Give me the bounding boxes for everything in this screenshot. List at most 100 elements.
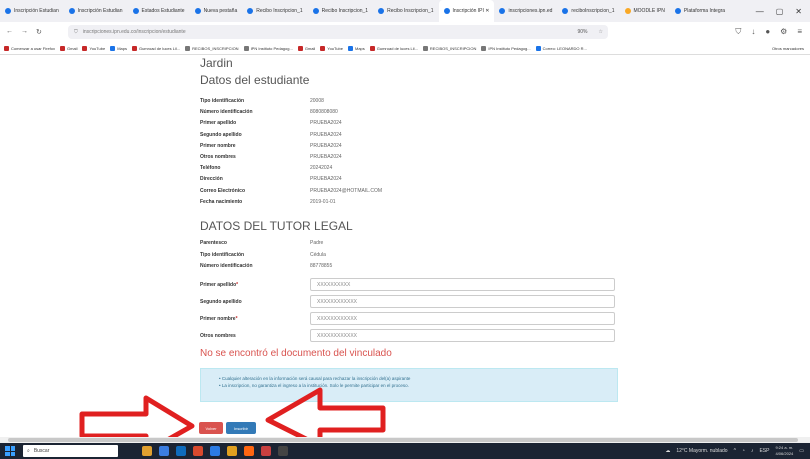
volume-icon[interactable]: ♪	[751, 448, 754, 454]
student-field-row: Tipo identificación 20008	[200, 98, 620, 104]
scrollbar-thumb[interactable]	[8, 438, 798, 442]
student-field-row: Segundo apellido PRUEBA2024	[200, 132, 620, 138]
language-indicator[interactable]: ESP	[759, 448, 769, 454]
submit-button[interactable]: Inscribir	[226, 422, 256, 434]
bookmark-item[interactable]: RECIBOS_INSCRIPCION	[185, 45, 239, 51]
store-icon[interactable]	[210, 446, 220, 456]
bookmark-icon	[4, 45, 9, 51]
bookmark-item[interactable]: IPN Instituto Pedagog...	[243, 45, 293, 51]
close-icon[interactable]: ✕	[795, 7, 802, 16]
notifications-icon[interactable]: ▭	[799, 448, 804, 454]
clock-date: 4/06/2024	[775, 451, 794, 456]
bookmark-icon	[110, 45, 116, 51]
bookmark-label: Gmail	[67, 45, 78, 51]
bookmark-label: Gumroad de luces Lil...	[138, 45, 181, 51]
bookmark-item[interactable]: Gmail	[297, 45, 315, 51]
tutor-input-row: Segundo apellido	[200, 295, 620, 308]
star-icon[interactable]: ☆	[599, 29, 608, 35]
browser-tab[interactable]: Estados Estudiante	[128, 0, 190, 22]
menu-icon[interactable]: ≡	[797, 27, 802, 37]
extensions-icon[interactable]: ⚙	[780, 27, 787, 37]
account-icon[interactable]: ●	[765, 27, 770, 37]
tutor-text-input[interactable]	[310, 329, 615, 342]
tutor-text-input[interactable]	[310, 278, 615, 291]
browser-tab[interactable]: Recibo Inscripcion_1	[373, 0, 438, 22]
field-value: 88778855	[310, 263, 333, 269]
field-label: Tipo identificación	[200, 251, 245, 258]
field-label: Número identificación	[200, 109, 253, 116]
task-view-icon[interactable]	[159, 446, 169, 456]
tab-label: inscripciones.ipn.ed	[508, 8, 553, 14]
tray-arrow-icon[interactable]: ^	[734, 448, 736, 454]
back-button[interactable]: Volver	[199, 422, 223, 434]
landscape-icon[interactable]	[142, 446, 152, 456]
tutor-field-row: Tipo identificación Cédula	[200, 252, 620, 258]
browser-tab[interactable]: Recibo Inscripcion_1	[242, 0, 307, 22]
browser-tab[interactable]: Nueva pestaña	[190, 0, 243, 22]
bookmark-label: Maps	[117, 45, 127, 51]
browser-tab[interactable]: Inscripción Estudian	[64, 0, 128, 22]
browser-tab[interactable]: inscripciones.ipn.ed	[494, 0, 557, 22]
browser-tab[interactable]: reciboInscripcion_1	[557, 0, 619, 22]
forward-icon[interactable]: →	[21, 28, 28, 36]
other-bookmarks[interactable]: Otros marcadores	[772, 46, 810, 51]
minimize-icon[interactable]: —	[756, 7, 764, 16]
field-label: Otros nombres	[200, 154, 236, 160]
file-explorer-icon[interactable]	[227, 446, 237, 456]
maximize-icon[interactable]: ▢	[776, 7, 784, 16]
field-value: 20242024	[310, 165, 333, 172]
bookmark-list: Comenzar a usar Firefox Gmail YouTube Maps G…	[4, 45, 587, 51]
bookmark-item[interactable]: Gumroad de luces Lil...	[131, 45, 181, 51]
app-icon[interactable]	[261, 446, 271, 456]
tab-favicon-icon	[674, 8, 681, 14]
bookmark-label: Maps	[354, 45, 365, 51]
bookmark-item[interactable]: Gumroad de luces Lil...	[369, 45, 418, 51]
windows-start-icon[interactable]	[5, 446, 15, 456]
taskbar-search[interactable]: ⌕ Buscar	[23, 445, 118, 457]
bookmark-item[interactable]: Maps	[110, 45, 127, 51]
edge-icon[interactable]	[176, 446, 186, 456]
app-icon[interactable]	[278, 446, 288, 456]
tab-label: Recibo Inscripcion_1	[387, 8, 434, 14]
field-value: 2019-01-01	[310, 198, 336, 205]
tab-favicon-icon	[5, 8, 11, 14]
bookmark-item[interactable]: Gmail	[60, 45, 78, 51]
tutor-text-input[interactable]	[310, 312, 615, 325]
tab-label: Inscripción Estudian	[14, 8, 59, 14]
bookmark-item[interactable]: YouTube	[320, 45, 343, 51]
browser-tab[interactable]: Inscripción IPI ✕	[438, 0, 495, 22]
field-value: Padre	[310, 240, 324, 246]
url-bar[interactable]: ⛉ inscripciones.ipn.edu.co/inscripcion/e…	[68, 25, 608, 39]
firefox-icon[interactable]	[244, 446, 254, 456]
tutor-text-input[interactable]	[310, 295, 615, 308]
window-controls: — ▢ ✕	[756, 7, 810, 16]
download-icon[interactable]: ↓	[751, 27, 755, 37]
browser-tab[interactable]: Inscripción Estudian	[0, 0, 64, 22]
browser-tab[interactable]: MOODLE IPN	[620, 0, 670, 22]
field-label: Tipo identificación	[200, 98, 245, 104]
tab-favicon-icon	[247, 8, 254, 14]
weather-text[interactable]: 12°C Mayorm. nublado	[676, 448, 727, 454]
bookmark-item[interactable]: RECIBOS_INSCRIPCION	[422, 45, 476, 51]
bookmark-icon	[369, 45, 375, 51]
bookmark-item[interactable]: Maps	[347, 45, 365, 51]
clock[interactable]: 9:24 a. m. 4/06/2024	[775, 445, 793, 457]
reload-icon[interactable]: ↻	[36, 28, 42, 36]
bookmark-label: Comenzar a usar Firefox	[11, 45, 56, 51]
bookmark-item[interactable]: Correo: LEONARDO R...	[535, 45, 587, 51]
office-icon[interactable]	[193, 446, 203, 456]
bookmark-item[interactable]: YouTube	[82, 45, 105, 51]
bookmark-item[interactable]: IPN Instituto Pedagog...	[481, 45, 531, 51]
student-field-row: Primer apellido PRUEBA2024	[200, 120, 620, 126]
student-field-row: Correo Electrónico PRUEBA2024@HOTMAIL.COM	[200, 188, 620, 194]
browser-tab[interactable]: Plataforma Integra	[670, 0, 730, 22]
browser-tab[interactable]: Recibo Inscripcion_1	[308, 0, 373, 22]
tab-favicon-icon	[562, 8, 569, 14]
network-icon[interactable]: ◔	[742, 448, 745, 454]
bookmark-item[interactable]: Comenzar a usar Firefox	[4, 45, 56, 51]
pocket-icon[interactable]: ⛉	[735, 27, 741, 37]
zoom-level[interactable]: 90%	[578, 29, 594, 35]
back-icon[interactable]: ←	[6, 28, 13, 36]
browser-tab-bar: Inscripción Estudian Inscripción Estudian…	[0, 0, 810, 22]
field-value: PRUEBA2024@HOTMAIL.COM	[310, 187, 383, 194]
